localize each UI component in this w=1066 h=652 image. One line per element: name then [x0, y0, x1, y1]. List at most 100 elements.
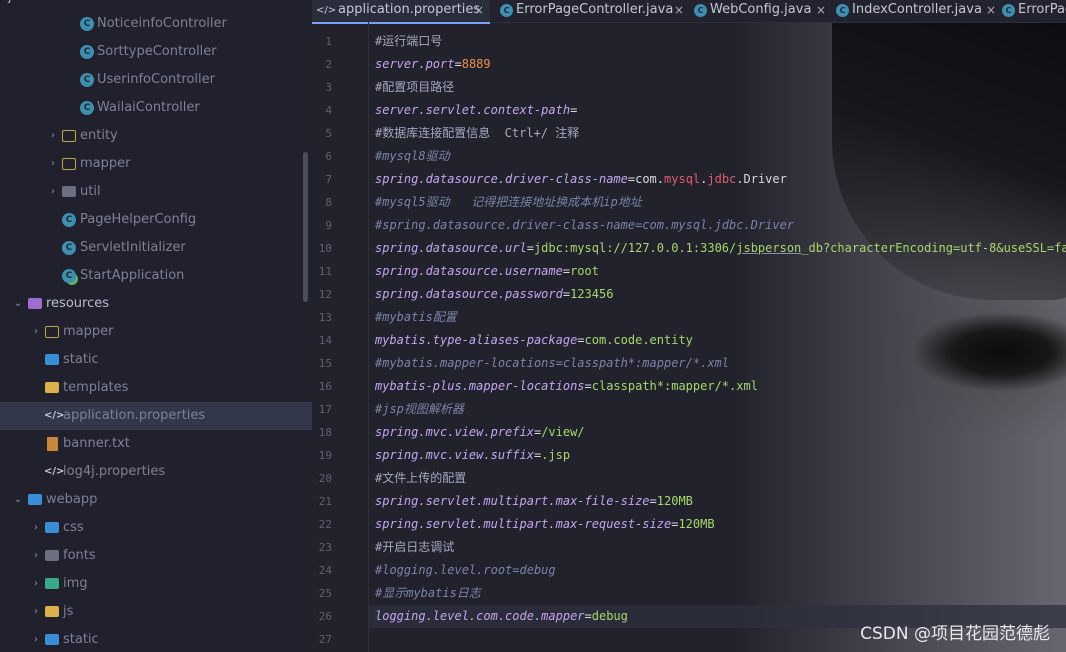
- line-number: 22: [318, 518, 332, 531]
- tree-item-static[interactable]: static: [0, 346, 312, 374]
- tab-webconfig[interactable]: C WebConfig.java ×: [692, 0, 828, 22]
- code-line[interactable]: #spring.datasource.driver-class-name=com…: [375, 214, 794, 237]
- js-folder-icon: [45, 606, 59, 617]
- hide-icon[interactable]: —: [290, 0, 304, 2]
- tree-item-startapplication[interactable]: C StartApplication: [0, 262, 312, 290]
- chevron-right-icon[interactable]: ›: [30, 598, 42, 626]
- code-line[interactable]: spring.mvc.view.prefix=/view/: [375, 421, 585, 444]
- tree-item-util[interactable]: › util: [0, 178, 312, 206]
- tab-label: IndexController.java: [852, 2, 982, 17]
- editor-pane: </> application.properties × C ErrorPage…: [312, 0, 1066, 652]
- code-line[interactable]: #logging.level.root=debug: [375, 559, 556, 582]
- tree-item-sorttypecontroller[interactable]: C SorttypeController: [0, 38, 312, 66]
- java-class-icon: C: [80, 45, 94, 59]
- line-number: 10: [318, 242, 332, 255]
- tree-item-label: util: [80, 184, 101, 199]
- tree-item-entity[interactable]: › entity: [0, 122, 312, 150]
- tree-item-noticeinfocontroller[interactable]: C NoticeinfoController: [0, 10, 312, 38]
- code-line[interactable]: spring.datasource.driver-class-name=com.…: [375, 168, 787, 191]
- chevron-right-icon[interactable]: ›: [30, 570, 42, 598]
- tree-item-img[interactable]: › img: [0, 570, 312, 598]
- tree-item-label: css: [63, 520, 84, 535]
- code-line[interactable]: #数据库连接配置信息 Ctrl+/ 注释: [375, 122, 579, 145]
- code-line[interactable]: #mysql5驱动 记得把连接地址换成本机ip地址: [375, 191, 642, 214]
- line-number: 4: [325, 104, 332, 117]
- folder-icon: [62, 130, 76, 142]
- tree-item-servletinitializer[interactable]: C ServletInitializer: [0, 234, 312, 262]
- options-icon[interactable]: ⋮: [266, 0, 280, 2]
- tree-item-css[interactable]: › css: [0, 514, 312, 542]
- tab-errorpagecontroller[interactable]: C ErrorPageController.java ×: [498, 0, 686, 22]
- java-class-icon: C: [80, 73, 94, 87]
- tree-item-webapp[interactable]: ⌄ webapp: [0, 486, 312, 514]
- code-line[interactable]: #mybatis配置: [375, 306, 457, 329]
- chevron-down-icon[interactable]: ⌄: [12, 486, 24, 514]
- java-class-icon: C: [1002, 4, 1015, 17]
- tab-errorpag[interactable]: C ErrorPag: [1000, 0, 1066, 22]
- chevron-down-icon[interactable]: ⌄: [12, 290, 24, 318]
- tab-label: application.properties: [338, 2, 481, 17]
- code-line[interactable]: #显示mybatis日志: [375, 582, 481, 605]
- tree-item-templates[interactable]: templates: [0, 374, 312, 402]
- code-line[interactable]: spring.servlet.multipart.max-file-size=1…: [375, 490, 693, 513]
- web-folder-icon: [28, 494, 42, 505]
- line-number: 1: [325, 35, 332, 48]
- collapse-icon[interactable]: ⤫: [230, 0, 244, 2]
- tab-label: ErrorPag: [1018, 2, 1066, 17]
- code-line[interactable]: server.servlet.context-path=: [375, 99, 577, 122]
- tree-item-static-webapp[interactable]: › static: [0, 626, 312, 652]
- code-line[interactable]: mybatis-plus.mapper-locations=classpath*…: [375, 375, 758, 398]
- tree-item-banner-txt[interactable]: banner.txt: [0, 430, 312, 458]
- tree-item-pagehelperconfig[interactable]: C PageHelperConfig: [0, 206, 312, 234]
- code-line[interactable]: spring.datasource.username=root: [375, 260, 599, 283]
- tab-indexcontroller[interactable]: C IndexController.java ×: [834, 0, 996, 22]
- tab-label: WebConfig.java: [710, 2, 812, 17]
- chevron-right-icon[interactable]: ›: [30, 626, 42, 652]
- line-number: 17: [318, 403, 332, 416]
- line-number: 27: [318, 633, 332, 646]
- sidebar-scrollbar[interactable]: [303, 152, 308, 302]
- code-line[interactable]: #开启日志调试: [375, 536, 454, 559]
- close-icon[interactable]: ×: [474, 0, 484, 20]
- close-icon[interactable]: ×: [986, 0, 996, 20]
- line-number: 20: [318, 472, 332, 485]
- code-line[interactable]: spring.mvc.view.suffix=.jsp: [375, 444, 570, 467]
- tree-item-fonts[interactable]: › fonts: [0, 542, 312, 570]
- tree-item-application-properties[interactable]: </> application.properties: [0, 402, 312, 430]
- chevron-right-icon[interactable]: ›: [47, 178, 59, 206]
- watermark-text: CSDN @项目花园范德彪: [860, 624, 1050, 644]
- tree-item-log4j-properties[interactable]: </> log4j.properties: [0, 458, 312, 486]
- tree-item-label: static: [63, 352, 99, 367]
- code-line[interactable]: #jsp视图解析器: [375, 398, 464, 421]
- tree-item-wailaicontroller[interactable]: C WailaiController: [0, 94, 312, 122]
- code-line[interactable]: #mybatis.mapper-locations=classpath*:map…: [375, 352, 729, 375]
- project-view-title[interactable]: oject: [0, 0, 32, 4]
- chevron-right-icon[interactable]: ›: [30, 542, 42, 570]
- chevron-right-icon[interactable]: ›: [30, 514, 42, 542]
- code-line[interactable]: #运行端口号: [375, 30, 442, 53]
- tree-item-userinfocontroller[interactable]: C UserinfoController: [0, 66, 312, 94]
- code-line[interactable]: spring.datasource.url=jdbc:mysql://127.0…: [375, 237, 1066, 260]
- close-icon[interactable]: ×: [816, 0, 826, 20]
- code-line[interactable]: spring.servlet.multipart.max-request-siz…: [375, 513, 715, 536]
- close-icon[interactable]: ×: [674, 0, 684, 20]
- code-line[interactable]: #mysql8驱动: [375, 145, 450, 168]
- tree-item-label: mapper: [63, 324, 114, 339]
- tree-item-js[interactable]: › js: [0, 598, 312, 626]
- tree-item-label: WailaiController: [97, 100, 200, 115]
- folder-icon: [45, 550, 59, 561]
- editor-tab-bar: </> application.properties × C ErrorPage…: [312, 0, 1066, 24]
- chevron-right-icon[interactable]: ›: [47, 122, 59, 150]
- tree-item-mapper-resources[interactable]: › mapper: [0, 318, 312, 346]
- code-line[interactable]: mybatis.type-aliases-package=com.code.en…: [375, 329, 693, 352]
- code-line[interactable]: server.port=8889: [375, 53, 491, 76]
- code-line[interactable]: spring.datasource.password=123456: [375, 283, 613, 306]
- code-line[interactable]: #文件上传的配置: [375, 467, 466, 490]
- chevron-down-icon[interactable]: ⌄: [60, 0, 74, 2]
- chevron-right-icon[interactable]: ›: [30, 318, 42, 346]
- tree-item-resources[interactable]: ⌄ resources: [0, 290, 312, 318]
- tree-item-mapper[interactable]: › mapper: [0, 150, 312, 178]
- tab-application-properties[interactable]: </> application.properties ×: [312, 0, 490, 24]
- code-line[interactable]: #配置项目路径: [375, 76, 454, 99]
- chevron-right-icon[interactable]: ›: [47, 150, 59, 178]
